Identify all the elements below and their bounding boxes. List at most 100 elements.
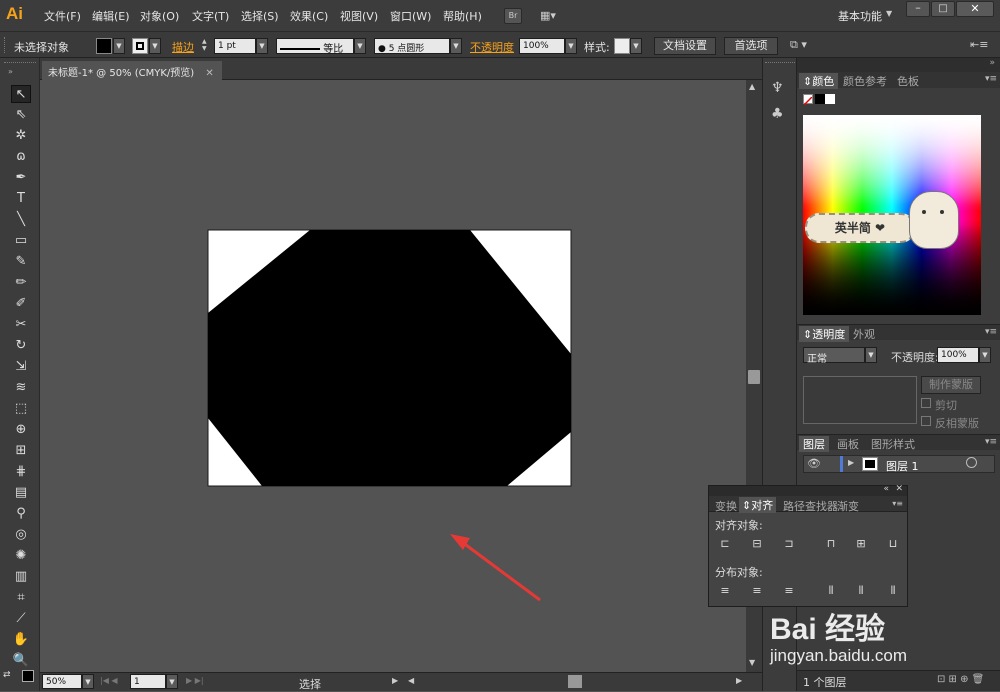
expand-layer-icon[interactable]: ▶ [848,458,854,467]
dock-collapse-icon[interactable]: » [989,58,995,68]
document-tab[interactable]: 未标题-1* @ 50% (CMYK/预览) ✕ [42,61,222,80]
transparency-menu-icon[interactable]: ▾≡ [985,327,997,337]
menu-edit[interactable]: 编辑(E) [92,8,130,24]
tab-align[interactable]: ⇕对齐 [739,497,777,513]
invert-mask-checkbox[interactable] [921,416,931,426]
bridge-button[interactable]: Br [504,8,522,24]
lasso-tool-icon[interactable]: ɷ [11,148,31,166]
layer-row[interactable]: 👁 ▶ 图层 1 [803,455,995,473]
distribute-bottom-icon[interactable]: ≡ [781,584,797,598]
artboard-number-field[interactable]: 1 [130,674,166,689]
make-mask-button[interactable]: 制作蒙版 [921,376,981,394]
perspective-grid-tool-icon[interactable]: ⊞ [11,442,31,460]
align-panel-menu-icon[interactable]: ▾≡ [892,499,903,508]
canvas-area[interactable] [40,80,746,672]
pen-tool-icon[interactable]: ✒ [11,169,31,187]
scroll-right-icon[interactable]: ▶ [736,676,742,685]
status-menu-icon[interactable]: ▶ [392,676,398,685]
scale-tool-icon[interactable]: ⇲ [11,358,31,376]
tab-artboards[interactable]: 画板 [837,436,859,452]
blend-mode-select[interactable]: 正常 [803,347,865,365]
align-left-icon[interactable]: ⊏ [717,537,733,551]
control-menu-icon[interactable]: ⇤≡ [970,38,988,51]
tab-transform[interactable]: 变换 [715,498,737,514]
workspace-dropdown-icon[interactable]: ▼ [886,9,892,18]
tab-color[interactable]: ⇕颜色 [799,73,839,89]
style-dropdown[interactable]: ▼ [630,38,642,54]
preferences-button[interactable]: 首选项 [724,37,778,55]
align-right-icon[interactable]: ⊐ [781,537,797,551]
tab-appearance[interactable]: 外观 [853,326,875,342]
zoom-field[interactable]: 50% [42,674,82,689]
blob-brush-tool-icon[interactable]: ✐ [11,295,31,313]
scroll-left-icon[interactable]: ◀ [408,676,414,685]
maximize-button[interactable]: □ [931,1,955,17]
column-graph-tool-icon[interactable]: ▥ [11,568,31,586]
none-color-icon[interactable] [803,94,813,106]
close-tab-icon[interactable]: ✕ [205,68,213,79]
stroke-profile-dropdown[interactable]: ▼ [354,38,366,54]
opacity-label[interactable]: 不透明度 [470,39,514,55]
stroke-weight-dropdown[interactable]: ▼ [256,38,268,54]
horizontal-scroll-thumb[interactable] [568,675,582,688]
menu-view[interactable]: 视图(V) [340,8,378,24]
swap-fill-stroke-icon[interactable]: ⇄ [3,670,19,684]
next-artboard-icon[interactable]: ▶ ▶| [186,676,204,685]
brush-field[interactable]: ● 5 点圆形 [374,38,450,54]
gradient-tool-icon[interactable]: ▤ [11,484,31,502]
mesh-tool-icon[interactable]: ⋕ [11,463,31,481]
menu-file[interactable]: 文件(F) [44,8,81,24]
align-close-icon[interactable]: ✕ [895,484,903,494]
align-vertical-center-icon[interactable]: ⊞ [853,537,869,551]
menu-object[interactable]: 对象(O) [140,8,179,24]
clip-checkbox[interactable] [921,398,931,408]
artboard-dropdown[interactable]: ▼ [166,674,178,689]
direct-selection-tool-icon[interactable]: ⇖ [11,106,31,124]
align-collapse-icon[interactable]: « [883,484,889,494]
blend-mode-dropdown[interactable]: ▼ [865,347,877,363]
stroke-weight-field[interactable]: 1 pt [214,38,256,54]
stroke-dropdown[interactable]: ▼ [149,38,161,54]
tab-swatches[interactable]: 色板 [897,73,919,89]
collapse-tools-icon[interactable]: » [8,67,13,76]
distribute-right-icon[interactable]: ⫴ [885,584,901,598]
scroll-up-icon[interactable]: ▲ [749,82,755,91]
shape-builder-tool-icon[interactable]: ⊕ [11,421,31,439]
menu-type[interactable]: 文字(T) [192,8,229,24]
document-setup-button[interactable]: 文档设置 [654,37,716,55]
distribute-horizontal-center-icon[interactable]: ⫴ [853,584,869,598]
menu-select[interactable]: 选择(S) [241,8,279,24]
visibility-eye-icon[interactable]: 👁 [807,457,821,470]
tab-graphic-styles[interactable]: 图形样式 [871,436,915,452]
scroll-down-icon[interactable]: ▼ [749,658,755,667]
black-color-icon[interactable] [815,94,825,104]
hand-tool-icon[interactable]: ✋ [11,631,31,649]
brushes-panel-icon[interactable]: ♆ [771,80,784,96]
stroke-swatch[interactable] [132,38,148,54]
stroke-label[interactable]: 描边 [172,39,194,55]
arrange-documents-icon[interactable]: ▦▾ [540,9,562,23]
pencil-tool-icon[interactable]: ✏ [11,274,31,292]
selection-tool-icon[interactable]: ↖ [11,85,31,103]
rectangle-tool-icon[interactable]: ▭ [11,232,31,250]
artboard-tool-icon[interactable]: ⌗ [11,589,31,607]
layer-name[interactable]: 图层 1 [886,458,919,474]
blend-tool-icon[interactable]: ◎ [11,526,31,544]
tab-color-guide[interactable]: 颜色参考 [843,73,887,89]
tab-pathfinder[interactable]: 路径查找器 [783,498,838,514]
transparency-opacity-dropdown[interactable]: ▼ [979,347,991,363]
eyedropper-tool-icon[interactable]: ⚲ [11,505,31,523]
menu-effect[interactable]: 效果(C) [290,8,328,24]
align-bottom-icon[interactable]: ⊔ [885,537,901,551]
white-color-icon[interactable] [825,94,835,104]
transform-options-icon[interactable]: ⧉ ▾ [790,38,807,52]
brush-dropdown[interactable]: ▼ [450,38,462,54]
tab-transparency[interactable]: ⇕透明度 [799,326,850,342]
magic-wand-tool-icon[interactable]: ✲ [11,127,31,145]
minimize-button[interactable]: – [906,1,930,17]
tab-layers[interactable]: 图层 [799,436,829,452]
align-panel-titlebar[interactable]: « ✕ [709,484,907,496]
menu-window[interactable]: 窗口(W) [390,8,431,24]
align-horizontal-center-icon[interactable]: ⊟ [749,537,765,551]
align-top-icon[interactable]: ⊓ [823,537,839,551]
